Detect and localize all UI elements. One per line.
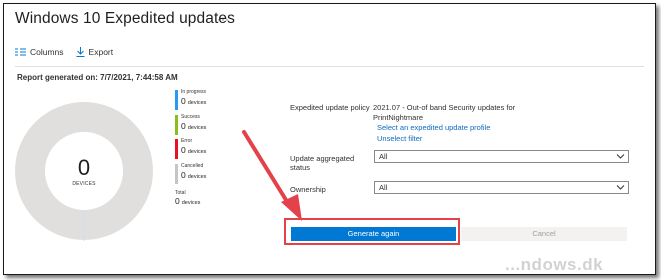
legend-unit: devices — [187, 124, 207, 131]
legend-value: 0 devices — [181, 145, 206, 157]
legend-name: Success — [181, 113, 200, 120]
legend-color-bar — [175, 139, 178, 159]
legend-unit: devices — [187, 100, 207, 106]
legend-unit: devices — [187, 149, 207, 155]
donut-total: 0 — [77, 155, 91, 180]
export-label: Export — [88, 47, 114, 57]
legend-value: 0 devices — [181, 96, 206, 108]
legend-error[interactable]: Error 0 devices — [175, 138, 206, 163]
unselect-filter-link[interactable]: Unselect filter — [377, 134, 422, 143]
download-icon — [76, 47, 85, 57]
toolbar-divider — [15, 66, 644, 67]
legend-total: Total 0 devices — [175, 190, 200, 206]
total-unit: devices — [181, 200, 201, 206]
legend-in-progress[interactable]: In progress 0 devices — [175, 89, 206, 114]
columns-icon — [15, 48, 26, 56]
legend-count: 0 — [181, 96, 186, 106]
status-select-value: All — [379, 152, 388, 161]
highlight-box — [284, 218, 460, 245]
legend-color-bar — [175, 114, 178, 135]
status-select[interactable]: All — [374, 150, 629, 163]
legend-unit: devices — [187, 173, 207, 180]
legend-cancelled[interactable]: Cancelled 0 devices — [175, 163, 206, 188]
policy-value: 2021.07 - Out-of band Security updates f… — [373, 103, 516, 122]
legend-value: 0 devices — [181, 170, 206, 182]
device-donut-chart: 0 DEVICES — [14, 101, 154, 241]
legend-count: 0 — [181, 145, 186, 155]
export-button[interactable]: Export — [76, 47, 114, 57]
total-value: 0 devices — [175, 196, 200, 206]
select-profile-link[interactable]: Select an expedited update profile — [377, 123, 490, 132]
chevron-down-icon — [616, 185, 625, 190]
ownership-label: Ownership — [290, 185, 326, 194]
legend-name: Cancelled — [181, 162, 204, 169]
policy-label: Expedited update policy — [290, 103, 370, 112]
legend-color-bar — [175, 163, 178, 184]
ownership-select-value: All — [379, 183, 388, 192]
legend-success[interactable]: Success 0 devices — [175, 114, 206, 139]
toolbar: Columns Export — [15, 47, 125, 57]
legend-color-bar — [175, 90, 178, 110]
status-label: Update aggregated status — [290, 154, 355, 172]
legend-name: In progress — [181, 89, 207, 95]
report-timestamp: Report generated on: 7/7/2021, 7:44:58 A… — [17, 73, 178, 82]
watermark-text: ...ndows.dk — [505, 255, 604, 274]
columns-button[interactable]: Columns — [15, 47, 64, 57]
donut-label: DEVICES — [72, 181, 96, 187]
legend-value: 0 devices — [181, 121, 206, 133]
page-title: Windows 10 Expedited updates — [15, 10, 235, 27]
chevron-down-icon — [616, 154, 625, 159]
ownership-select[interactable]: All — [374, 181, 629, 194]
legend-count: 0 — [181, 120, 186, 131]
total-count: 0 — [175, 196, 180, 206]
status-legend: In progress 0 devices Success 0 devices Er… — [175, 89, 206, 187]
report-panel: Windows 10 Expedited updates ··· Columns — [3, 3, 656, 275]
legend-count: 0 — [181, 169, 186, 180]
cancel-button[interactable]: Cancel — [461, 227, 627, 241]
columns-label: Columns — [30, 47, 64, 57]
more-options-button[interactable]: ··· — [217, 12, 229, 26]
legend-name: Error — [181, 138, 193, 144]
